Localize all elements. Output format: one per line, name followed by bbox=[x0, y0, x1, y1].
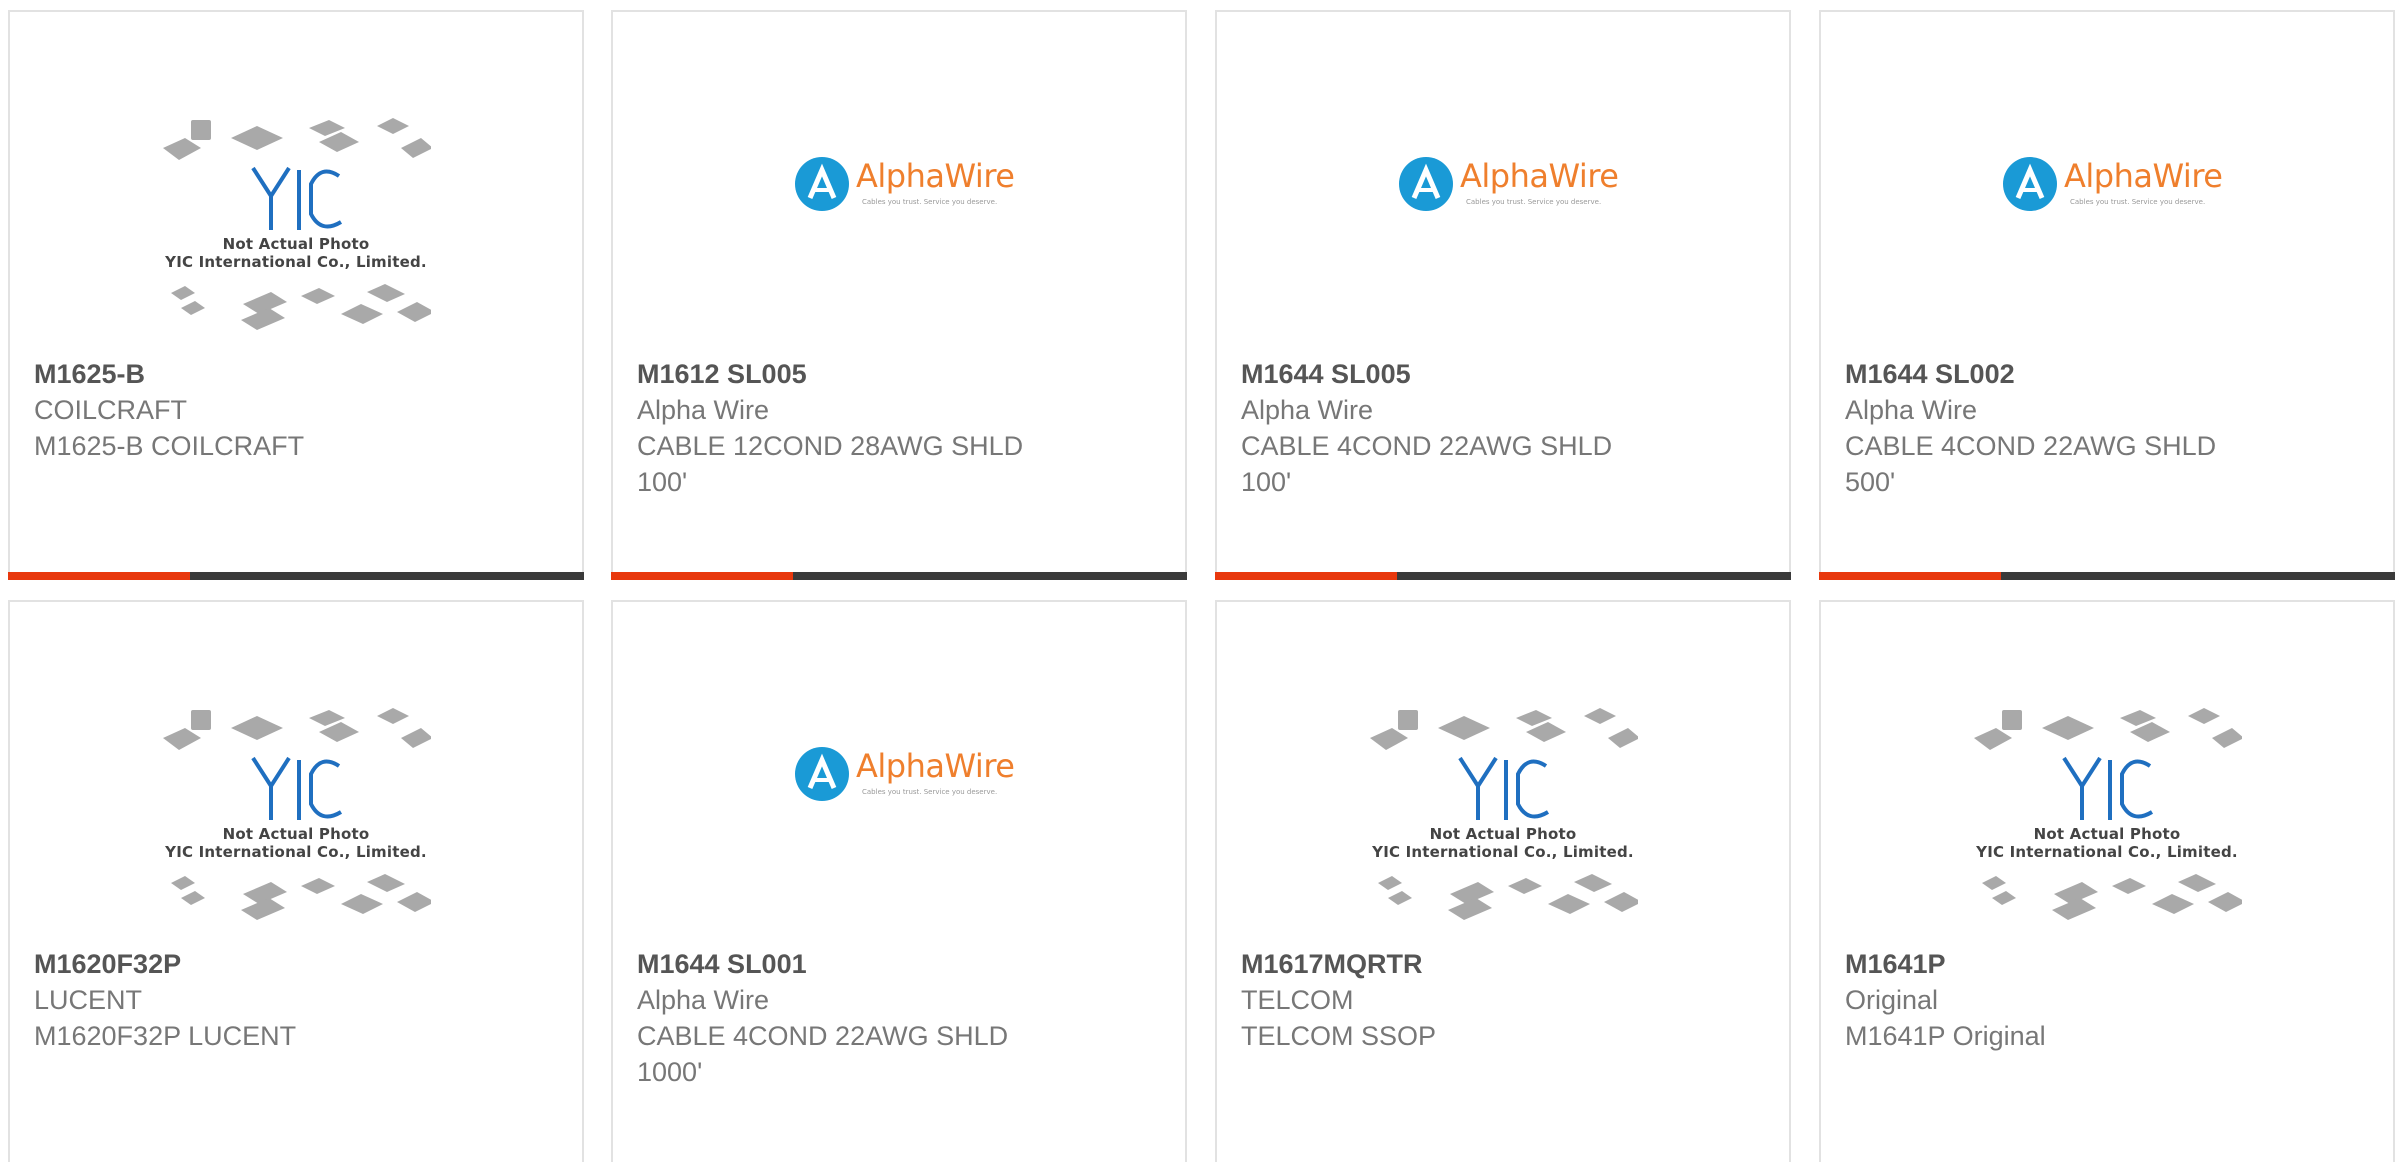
alphawire-icon bbox=[795, 747, 849, 801]
product-thumbnail: AlphaWire Cables you trust. Service you … bbox=[613, 682, 1185, 942]
part-number[interactable]: M1617MQRTR bbox=[1241, 946, 1769, 982]
manufacturer: Alpha Wire bbox=[1241, 395, 1374, 425]
card-bottom-bar bbox=[1819, 572, 2395, 580]
card-bottom-bar bbox=[611, 572, 1187, 580]
chip-collage-icon bbox=[163, 708, 431, 920]
yic-placeholder-image: Not Actual Photo YIC International Co., … bbox=[1972, 698, 2242, 938]
description: CABLE 4COND 22AWG SHLD bbox=[1241, 431, 1613, 461]
product-thumbnail: Not Actual Photo YIC International Co., … bbox=[1217, 682, 1789, 942]
product-card[interactable]: AlphaWire Cables you trust. Service you … bbox=[611, 10, 1187, 580]
product-thumbnail: AlphaWire Cables you trust. Service you … bbox=[1821, 92, 2393, 352]
yic-caption: Not Actual Photo YIC International Co., … bbox=[165, 825, 427, 861]
description: M1641P Original bbox=[1845, 1021, 2046, 1051]
alphawire-logo: AlphaWire Cables you trust. Service you … bbox=[794, 746, 1015, 806]
description: M1625-B COILCRAFT bbox=[34, 431, 305, 461]
yic-caption: Not Actual Photo YIC International Co., … bbox=[1372, 825, 1634, 861]
product-grid: Not Actual Photo YIC International Co., … bbox=[0, 0, 2400, 1162]
description: M1620F32P LUCENT bbox=[34, 1021, 297, 1051]
manufacturer: TELCOM bbox=[1241, 985, 1354, 1015]
manufacturer: Alpha Wire bbox=[637, 395, 770, 425]
product-thumbnail: Not Actual Photo YIC International Co., … bbox=[1821, 682, 2393, 942]
yic-caption: Not Actual Photo YIC International Co., … bbox=[1976, 825, 2238, 861]
product-card[interactable]: Not Actual Photo YIC International Co., … bbox=[8, 10, 584, 580]
description: CABLE 4COND 22AWG SHLD bbox=[1845, 431, 2217, 461]
manufacturer: LUCENT bbox=[34, 985, 143, 1015]
card-bottom-bar bbox=[8, 572, 584, 580]
description: CABLE 12COND 28AWG SHLD bbox=[637, 431, 1024, 461]
part-number[interactable]: M1644 SL002 bbox=[1845, 356, 2373, 392]
chip-collage-icon bbox=[1974, 708, 2242, 920]
description-length: 500' bbox=[1845, 467, 1896, 497]
part-number[interactable]: M1625-B bbox=[34, 356, 562, 392]
card-bottom-bar bbox=[1215, 572, 1791, 580]
alphawire-logo: AlphaWire Cables you trust. Service you … bbox=[1398, 156, 1619, 216]
part-number[interactable]: M1612 SL005 bbox=[637, 356, 1165, 392]
manufacturer: Original bbox=[1845, 985, 1939, 1015]
product-card[interactable]: Not Actual Photo YIC International Co., … bbox=[1819, 600, 2395, 1162]
product-card[interactable]: Not Actual Photo YIC International Co., … bbox=[1215, 600, 1791, 1162]
yic-placeholder-image: Not Actual Photo YIC International Co., … bbox=[161, 108, 431, 348]
part-number[interactable]: M1644 SL005 bbox=[1241, 356, 1769, 392]
alphawire-logo: AlphaWire Cables you trust. Service you … bbox=[2002, 156, 2223, 216]
description: TELCOM SSOP bbox=[1241, 1021, 1437, 1051]
yic-placeholder-image: Not Actual Photo YIC International Co., … bbox=[161, 698, 431, 938]
manufacturer: Alpha Wire bbox=[637, 985, 770, 1015]
product-thumbnail: Not Actual Photo YIC International Co., … bbox=[10, 92, 582, 352]
product-card[interactable]: AlphaWire Cables you trust. Service you … bbox=[1819, 10, 2395, 580]
product-card[interactable]: Not Actual Photo YIC International Co., … bbox=[8, 600, 584, 1162]
yic-caption: Not Actual Photo YIC International Co., … bbox=[165, 235, 427, 271]
description-length: 1000' bbox=[637, 1057, 703, 1087]
yic-placeholder-image: Not Actual Photo YIC International Co., … bbox=[1368, 698, 1638, 938]
product-card[interactable]: AlphaWire Cables you trust. Service you … bbox=[611, 600, 1187, 1162]
part-number[interactable]: M1641P bbox=[1845, 946, 2373, 982]
manufacturer: Alpha Wire bbox=[1845, 395, 1978, 425]
alphawire-icon bbox=[795, 157, 849, 211]
alphawire-icon bbox=[2003, 157, 2057, 211]
manufacturer: COILCRAFT bbox=[34, 395, 188, 425]
product-thumbnail: AlphaWire Cables you trust. Service you … bbox=[613, 92, 1185, 352]
description: CABLE 4COND 22AWG SHLD bbox=[637, 1021, 1009, 1051]
product-card[interactable]: AlphaWire Cables you trust. Service you … bbox=[1215, 10, 1791, 580]
chip-collage-icon bbox=[1370, 708, 1638, 920]
alphawire-icon bbox=[1399, 157, 1453, 211]
description-length: 100' bbox=[1241, 467, 1292, 497]
description-length: 100' bbox=[637, 467, 688, 497]
alphawire-logo: AlphaWire Cables you trust. Service you … bbox=[794, 156, 1015, 216]
part-number[interactable]: M1644 SL001 bbox=[637, 946, 1165, 982]
part-number[interactable]: M1620F32P bbox=[34, 946, 562, 982]
chip-collage-icon bbox=[163, 118, 431, 330]
product-thumbnail: AlphaWire Cables you trust. Service you … bbox=[1217, 92, 1789, 352]
product-thumbnail: Not Actual Photo YIC International Co., … bbox=[10, 682, 582, 942]
